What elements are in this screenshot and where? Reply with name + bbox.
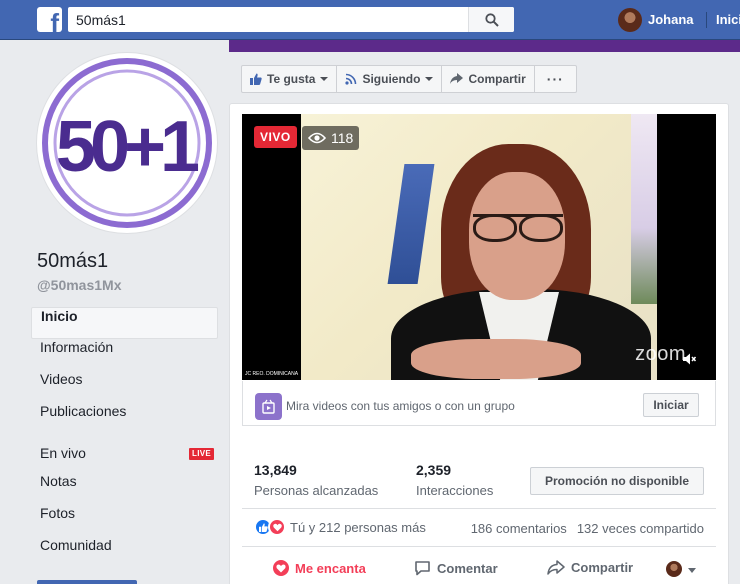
share-label: Compartir [571,560,634,575]
page-action-bar: Te gusta Siguiendo Compartir ··· [241,65,577,93]
nav-item-informacion[interactable]: Información [31,339,218,371]
mute-icon[interactable] [682,352,696,366]
love-button[interactable]: Me encanta [273,560,366,576]
eye-icon [308,132,326,144]
share-label: Compartir [468,72,526,86]
divider [242,546,716,547]
watch-party-text: Mira videos con tus amigos o con un grup… [286,399,515,413]
search-input[interactable] [68,7,468,32]
live-badge: LIVE [189,448,214,460]
nav-label: Fotos [40,505,76,521]
zoom-watermark: zoom [635,343,686,365]
divider [242,508,716,509]
brand-logo: 50+1 [42,58,212,228]
interactions-value: 2,359 [416,462,452,478]
post-actions: Me encanta Comentar Compartir [242,556,716,584]
svg-text:50+1: 50+1 [56,107,199,187]
rss-icon [345,73,357,85]
nav-label: Videos [40,371,83,387]
like-page-button[interactable]: Te gusta [242,66,338,92]
nav-item-publicaciones[interactable]: Publicaciones [31,403,218,435]
share-post-button[interactable]: Compartir [547,560,633,575]
background-flag [387,164,435,284]
live-video-player[interactable]: JC REO. DOMINICANA zoom [242,114,716,380]
speaker-hands [411,339,581,379]
nav-item-comunidad[interactable]: Comunidad [31,537,218,569]
nav-item-videos[interactable]: Videos [31,371,218,403]
video-caption: JC REO. DOMINICANA [245,371,299,377]
reach-label: Personas alcanzadas [254,483,379,498]
react-as-avatar[interactable] [666,561,682,577]
nav-label: Publicaciones [40,403,127,419]
video-frame [301,114,657,380]
love-reaction-icon [268,518,286,536]
page-profile-picture[interactable]: 50+1 [37,53,217,233]
nav-item-en-vivo[interactable]: En vivo LIVE [31,435,218,473]
interactions-label: Interacciones [416,483,494,498]
home-link[interactable]: Inicio [716,12,740,27]
boost-unavailable-button[interactable]: Promoción no disponible [530,467,704,495]
facebook-logo-icon[interactable]: f [37,7,62,32]
page-nav: Inicio Información Videos Publicaciones … [31,307,218,569]
reactions-text: Tú y 212 personas más [290,519,426,535]
cover-photo-strip[interactable] [229,40,740,52]
nav-item-inicio[interactable]: Inicio [31,307,218,339]
comments-count-link[interactable]: 186 comentarios [471,521,567,536]
search-box [68,7,514,32]
reach-value: 13,849 [254,462,297,478]
nav-item-notas[interactable]: Notas [31,473,218,505]
nav-label: Notas [40,473,77,489]
search-icon [484,12,499,27]
share-arrow-icon [547,560,565,575]
comment-label: Comentar [437,560,498,576]
nav-label: Información [40,339,114,355]
watch-party-icon [255,393,282,420]
speaker-glasses [473,214,563,242]
viewer-count-value: 118 [331,130,354,146]
watch-party-row: Mira videos con tus amigos o con un grup… [242,381,716,426]
nav-label: Inicio [41,308,78,324]
user-avatar[interactable] [618,8,642,32]
divider [706,12,707,28]
engagement-counts: 186 comentarios 132 veces compartido [471,521,704,536]
background-curtain [631,114,657,304]
chevron-down-icon[interactable] [688,568,696,573]
thumbs-up-icon [250,73,262,85]
chevron-down-icon [425,77,434,81]
top-bar: f Johana Inicio [0,0,740,40]
create-post-button[interactable] [37,580,137,584]
reactions-summary[interactable]: Tú y 212 personas más [254,518,426,536]
love-label: Me encanta [295,560,366,576]
search-button[interactable] [468,7,514,32]
shares-count-link[interactable]: 132 veces compartido [577,521,704,536]
nav-item-fotos[interactable]: Fotos [31,505,218,537]
following-label: Siguiendo [362,72,421,86]
comment-icon [415,561,430,576]
live-badge-video: VIVO [254,126,297,148]
page-name: 50más1 [37,250,109,272]
nav-label: Comunidad [40,537,112,553]
heart-icon [273,560,289,576]
comment-button[interactable]: Comentar [414,560,498,576]
chevron-down-icon [320,77,329,81]
nav-label: En vivo [40,445,86,461]
viewer-count: 118 [302,126,360,150]
user-name-link[interactable]: Johana [648,12,694,27]
like-label: Te gusta [267,72,316,86]
start-watch-party-button[interactable]: Iniciar [643,393,699,417]
share-arrow-icon [450,73,464,84]
page-handle[interactable]: @50mas1Mx [37,277,121,293]
share-page-button[interactable]: Compartir [442,66,535,92]
following-button[interactable]: Siguiendo [337,66,443,92]
more-options-button[interactable]: ··· [535,66,576,92]
more-dots-icon: ··· [546,71,564,87]
